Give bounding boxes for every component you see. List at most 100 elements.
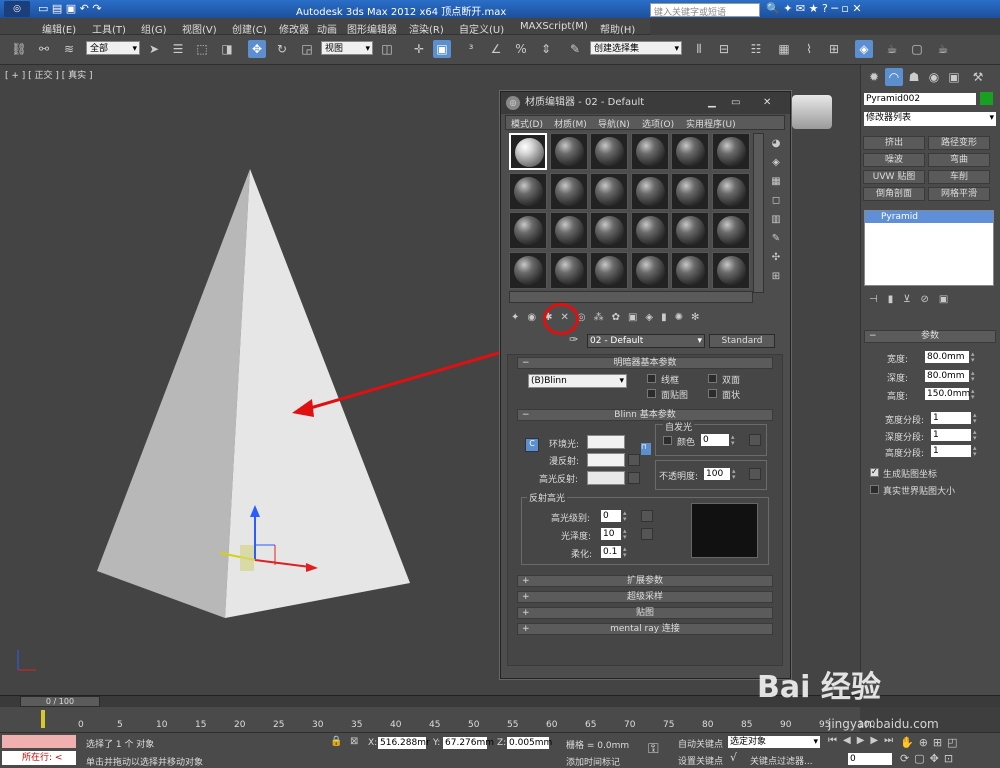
width-spinner[interactable]: ▴ ▾ [971, 351, 979, 364]
self-illum-value-field[interactable]: 0 [701, 434, 729, 446]
modifier-button-extrude[interactable]: 挤出 [863, 136, 925, 150]
keyboard-shortcut-icon[interactable]: ▣ [433, 40, 451, 58]
material-type-button[interactable]: Standard [709, 334, 775, 348]
maxscript-listener[interactable] [2, 735, 76, 748]
sample-slot[interactable] [549, 133, 588, 170]
object-name-field[interactable]: Pyramid002 [864, 93, 976, 105]
params-rollout[interactable]: − 参数 [864, 330, 996, 343]
link-icon[interactable]: ⛓ [10, 40, 28, 58]
gloss-field[interactable]: 10 [601, 528, 621, 540]
sample-slot[interactable] [509, 133, 547, 170]
modifier-list-dropdown[interactable]: 修改器列表 ▾ [864, 112, 996, 126]
depth-segs-spinner[interactable]: ▴ ▾ [973, 429, 981, 442]
stack-item-pyramid[interactable]: Pyramid [865, 211, 993, 223]
shader-rollout[interactable]: − 明暗器基本参数 [517, 357, 773, 369]
bind-space-warp-icon[interactable]: ≋ [60, 40, 78, 58]
wire-checkbox[interactable] [647, 374, 656, 383]
depth-segs-field[interactable]: 1 [931, 429, 971, 441]
menu-help[interactable]: 帮助(H) [600, 21, 635, 36]
rect-selection-icon[interactable]: ⬚ [193, 40, 211, 58]
mental-ray-rollout[interactable]: + mental ray 连接 [517, 623, 773, 635]
align-icon[interactable]: ⊟ [715, 40, 733, 58]
modifier-button-noise[interactable]: 噪波 [863, 153, 925, 167]
set-key-button[interactable]: 设置关键点 [678, 754, 723, 767]
gloss-spinner[interactable]: ▴ ▾ [623, 528, 631, 541]
angle-snap-icon[interactable]: ∠ [487, 40, 505, 58]
mated-menu-utilities[interactable]: 实用程序(U) [686, 117, 736, 130]
sample-slot[interactable] [671, 172, 709, 210]
soften-spinner[interactable]: ▴ ▾ [623, 546, 631, 559]
set-key-icon[interactable]: ⚿ [648, 741, 659, 757]
window-crossing-icon[interactable]: ◨ [218, 40, 236, 58]
sample-slot[interactable] [711, 251, 750, 289]
ref-coord-dropdown[interactable]: 视图 ▾ [321, 41, 373, 55]
pivot-center-icon[interactable]: ◫ [378, 40, 396, 58]
height-spinner[interactable]: ▴ ▾ [971, 388, 979, 401]
two-sided-checkbox[interactable] [708, 374, 717, 383]
shader-dropdown[interactable]: (B)Blinn ▾ [528, 374, 627, 388]
slots-hscrollbar[interactable] [509, 291, 753, 303]
supersampling-rollout[interactable]: + 超级采样 [517, 591, 773, 603]
maps-rollout[interactable]: + 贴图 [517, 607, 773, 619]
schematic-view-icon[interactable]: ⊞ [825, 40, 843, 58]
depth-spinner[interactable]: ▴ ▾ [971, 370, 979, 383]
slots-vscrollbar[interactable] [753, 133, 764, 293]
viewport-label[interactable]: [ + ] [ 正交 ] [ 真实 ] [5, 68, 93, 81]
snap-3d-icon[interactable]: ³ [462, 40, 480, 58]
select-object-icon[interactable]: ➤ [145, 40, 163, 58]
unlink-icon[interactable]: ⚯ [35, 40, 53, 58]
modifier-button-pathdeform[interactable]: 路径变形 [928, 136, 990, 150]
modifier-button-bend[interactable]: 弯曲 [928, 153, 990, 167]
key-sel-set-dropdown[interactable]: 选定对象 ▾ [728, 736, 820, 748]
select-by-name-icon[interactable]: ☰ [169, 40, 187, 58]
select-rotate-icon[interactable]: ↻ [273, 40, 291, 58]
edit-named-sel-icon[interactable]: ✎ [566, 40, 584, 58]
lock-ambient-diffuse-button[interactable]: C [525, 438, 539, 452]
soften-field[interactable]: 0.1 [601, 546, 621, 558]
ribbon-icon[interactable]: ▦ [775, 40, 793, 58]
coord-y-field[interactable]: 67.276mm [443, 737, 494, 749]
selection-filter-dropdown[interactable]: 全部 ▾ [86, 41, 140, 55]
side-tool-icons[interactable]: ◕ ◈ ▦ ◻ ▥ ✎ ✣ ⊞ [767, 134, 785, 302]
key-filters-button[interactable]: 关键点过滤器... [750, 754, 813, 767]
mated-menu-modes[interactable]: 模式(D) [511, 117, 543, 130]
stack-tool-icons[interactable]: ⊣▮⊻⊘▣ [869, 294, 958, 305]
sample-slot[interactable] [590, 251, 628, 289]
key-filter-icon[interactable]: √ [730, 751, 737, 764]
coord-x-field[interactable]: 516.288mr [378, 737, 430, 749]
time-slider[interactable]: 0 / 100 [20, 696, 100, 707]
menu-views[interactable]: 视图(V) [182, 21, 217, 36]
sample-slot[interactable] [711, 133, 750, 170]
sample-slot[interactable] [671, 212, 709, 249]
extended-params-rollout[interactable]: + 扩展参数 [517, 575, 773, 587]
height-segs-field[interactable]: 1 [931, 445, 971, 457]
ambient-color-swatch[interactable] [587, 435, 625, 449]
percent-snap-icon[interactable]: % [512, 40, 530, 58]
opacity-map-button[interactable] [749, 468, 761, 480]
create-tab-icon[interactable]: ✹ [865, 68, 883, 86]
depth-field[interactable]: 80.0mm [925, 370, 969, 382]
specular-color-swatch[interactable] [587, 471, 625, 485]
sample-slot[interactable] [590, 212, 628, 249]
menu-create[interactable]: 创建(C) [232, 21, 267, 36]
maximize-button[interactable]: ▭ [731, 92, 749, 114]
face-map-checkbox[interactable] [647, 389, 656, 398]
modify-tab-icon[interactable]: ◠ [885, 68, 903, 86]
width-segs-field[interactable]: 1 [931, 412, 971, 424]
mated-menu-navigation[interactable]: 导航(N) [598, 117, 630, 130]
spec-level-map-button[interactable] [641, 510, 653, 522]
maxscript-line[interactable]: 所在行: < [2, 751, 76, 765]
hierarchy-tab-icon[interactable]: ☗ [905, 68, 923, 86]
named-selection-dropdown[interactable]: 创建选择集 ▾ [590, 41, 682, 55]
spec-level-field[interactable]: 0 [601, 510, 621, 522]
sample-slot[interactable] [630, 133, 669, 170]
height-field[interactable]: 150.0mm [925, 388, 970, 400]
viewcube-icon[interactable] [792, 95, 832, 129]
blinn-rollout[interactable]: − Blinn 基本参数 [517, 409, 773, 421]
select-manipulate-icon[interactable]: ✛ [410, 40, 428, 58]
eyedropper-icon[interactable]: ✑ [569, 333, 578, 346]
add-time-tag[interactable]: 添加时间标记 [566, 755, 620, 768]
coord-z-field[interactable]: 0.005mm [507, 737, 552, 749]
lock-selection-icon[interactable]: 🔒 [330, 736, 342, 747]
menu-animation[interactable]: 动画 [317, 21, 337, 36]
